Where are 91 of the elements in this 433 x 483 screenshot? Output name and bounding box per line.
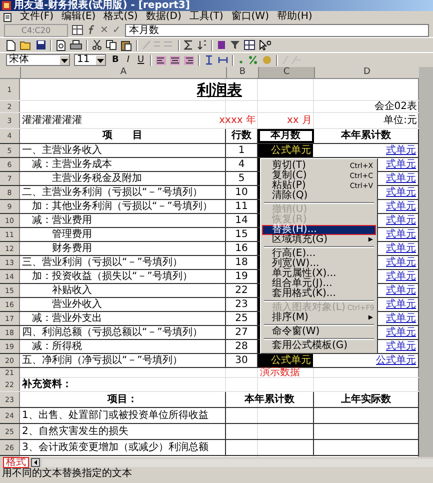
menu-item[interactable]: 格式(S) (104, 11, 138, 23)
table-cell: 2、自然灾害发生的损失 (20, 424, 226, 439)
menu-item[interactable]: 数据(D) (146, 11, 182, 23)
dropdown-arrow-icon (96, 56, 105, 64)
column-header[interactable]: C (258, 67, 314, 78)
table-cell: 减：营业费用 (20, 214, 226, 227)
table-cell-text: 补充资料： (20, 378, 73, 391)
scroll-bar[interactable] (42, 458, 433, 466)
table-cell: 三、营业利润（亏损以“－”号填列） (20, 256, 226, 269)
menu-item[interactable]: 编辑(E) (62, 11, 96, 23)
table-cell: 灌灌灌灌灌灌 (22, 116, 82, 126)
table-cell: 行数 (226, 129, 258, 143)
context-menu-item[interactable]: 替换(H)... (262, 225, 376, 235)
underline-button[interactable]: U (136, 55, 146, 65)
scissors-icon[interactable] (92, 40, 102, 50)
grid-icon[interactable] (72, 25, 83, 35)
table-icon[interactable] (244, 40, 255, 50)
table-cell: 3、会计政策变更增加（或减少）利润总额 (20, 440, 226, 455)
table-cell: 财务费用 (20, 242, 226, 255)
funnel-icon[interactable] (230, 40, 240, 50)
function-icon[interactable] (87, 25, 96, 35)
table-cell: 减：营业外支出 (20, 312, 226, 325)
table-cell: 减：所得税 (20, 340, 226, 353)
table-cell: xxxx 年 (219, 116, 256, 126)
table-cell: 管理费用 (20, 228, 226, 241)
menu-item[interactable]: 工具(T) (189, 11, 224, 23)
table-cell: 项 目 (20, 129, 226, 143)
print-preview-icon[interactable] (56, 40, 66, 50)
align-center-icon[interactable] (170, 56, 180, 64)
align-right-icon[interactable] (184, 56, 194, 64)
table-cell: 上年实际数 (314, 392, 419, 407)
printer-icon[interactable] (70, 40, 82, 50)
folder-icon[interactable] (20, 40, 32, 50)
horizontal-align-icon[interactable] (218, 55, 228, 65)
bold-button[interactable]: B (110, 55, 121, 65)
sum-icon[interactable] (184, 40, 193, 50)
column-header[interactable]: D (314, 67, 419, 78)
table-cell: 补贴收入 (20, 284, 226, 297)
menu-item[interactable]: 帮助(H) (276, 11, 312, 23)
vertical-align-icon[interactable] (204, 55, 214, 65)
cancel-button[interactable]: ✕ (100, 24, 108, 36)
column-header[interactable]: A (20, 67, 226, 78)
italic-button[interactable]: I (124, 55, 132, 65)
context-menu-item[interactable]: 列宽(W)... (262, 259, 376, 269)
confirm-button[interactable]: ✓ (112, 24, 121, 36)
table-cell: 1、出售、处置部门或被投资单位所得收益 (20, 408, 226, 423)
table-cell: 本年累计数 (314, 129, 419, 143)
align-left-icon[interactable] (156, 56, 166, 64)
table-cell: 二、主营业务利润（亏损以“－”号填列） (20, 186, 226, 199)
document-icon (3, 12, 12, 22)
sheet-tab[interactable]: 格式 (3, 457, 29, 468)
percent-icon[interactable] (248, 55, 258, 65)
paste-icon[interactable] (121, 40, 132, 50)
table-cell[interactable]: 公式单元 (258, 354, 314, 367)
table-cell: 一、主营业务收入 (20, 144, 226, 157)
context-menu-item[interactable]: 清除(Q) (262, 191, 376, 201)
table-cell-text: 会企02表 (373, 101, 418, 112)
table-cell-text: 演示数据 (259, 368, 301, 378)
context-menu-item[interactable]: 单元属性(X)... (262, 269, 376, 279)
table-cell-text: xx 月 (286, 114, 313, 128)
help-pointer-icon[interactable] (259, 40, 271, 50)
copy-icon[interactable] (106, 40, 117, 50)
formula-cell-link[interactable]: 式单元 (314, 144, 419, 157)
table-cell: 五、净利润（净亏损以“－”号填列） (20, 354, 226, 367)
font-size-dropdown[interactable]: 11 (74, 54, 106, 66)
table-cell: 项目： (20, 392, 226, 407)
table-cell[interactable]: 公式单元 (258, 144, 314, 157)
formula-field[interactable]: 本月数 (124, 24, 429, 36)
context-menu-item[interactable]: 套用格式(K)... (262, 289, 376, 299)
new-file-icon[interactable] (6, 40, 16, 50)
save-icon[interactable] (36, 40, 46, 50)
table-cell: 本年累计数 (226, 392, 314, 407)
status-text: 用不同的文本替换指定的文本 (1, 468, 133, 479)
table-cell: 主营业务税金及附加 (20, 172, 226, 185)
context-menu-item[interactable]: 组合单元(J)... (262, 279, 376, 289)
table-cell: 加：其他业务利润（亏损以“－”号填列） (20, 200, 226, 213)
table-cell: 减：主营业务成本 (20, 158, 226, 171)
table-cell: 营业外收入 (20, 298, 226, 311)
context-menu-item[interactable]: 套用公式模板(G) (262, 341, 376, 351)
sort-icon[interactable] (197, 40, 207, 50)
font-dropdown[interactable]: 宋体 (6, 54, 70, 66)
table-cell: 加：投资收益（损失以“－”号填列） (20, 270, 226, 283)
menu-item[interactable]: 文件(F) (20, 11, 54, 23)
context-menu-item[interactable]: 行高(E)... (262, 249, 376, 259)
table-cell: 四、利润总额（亏损总额以“－”号填列） (20, 326, 226, 339)
table-cell-text: 单位:元 (382, 114, 418, 128)
context-menu-item[interactable]: 命令窗(W) (262, 327, 376, 337)
menu-item[interactable]: 窗口(W) (231, 11, 269, 23)
app-icon (2, 1, 11, 10)
dropdown-arrow-icon (60, 56, 69, 64)
scroll-left-icon[interactable] (31, 458, 40, 467)
